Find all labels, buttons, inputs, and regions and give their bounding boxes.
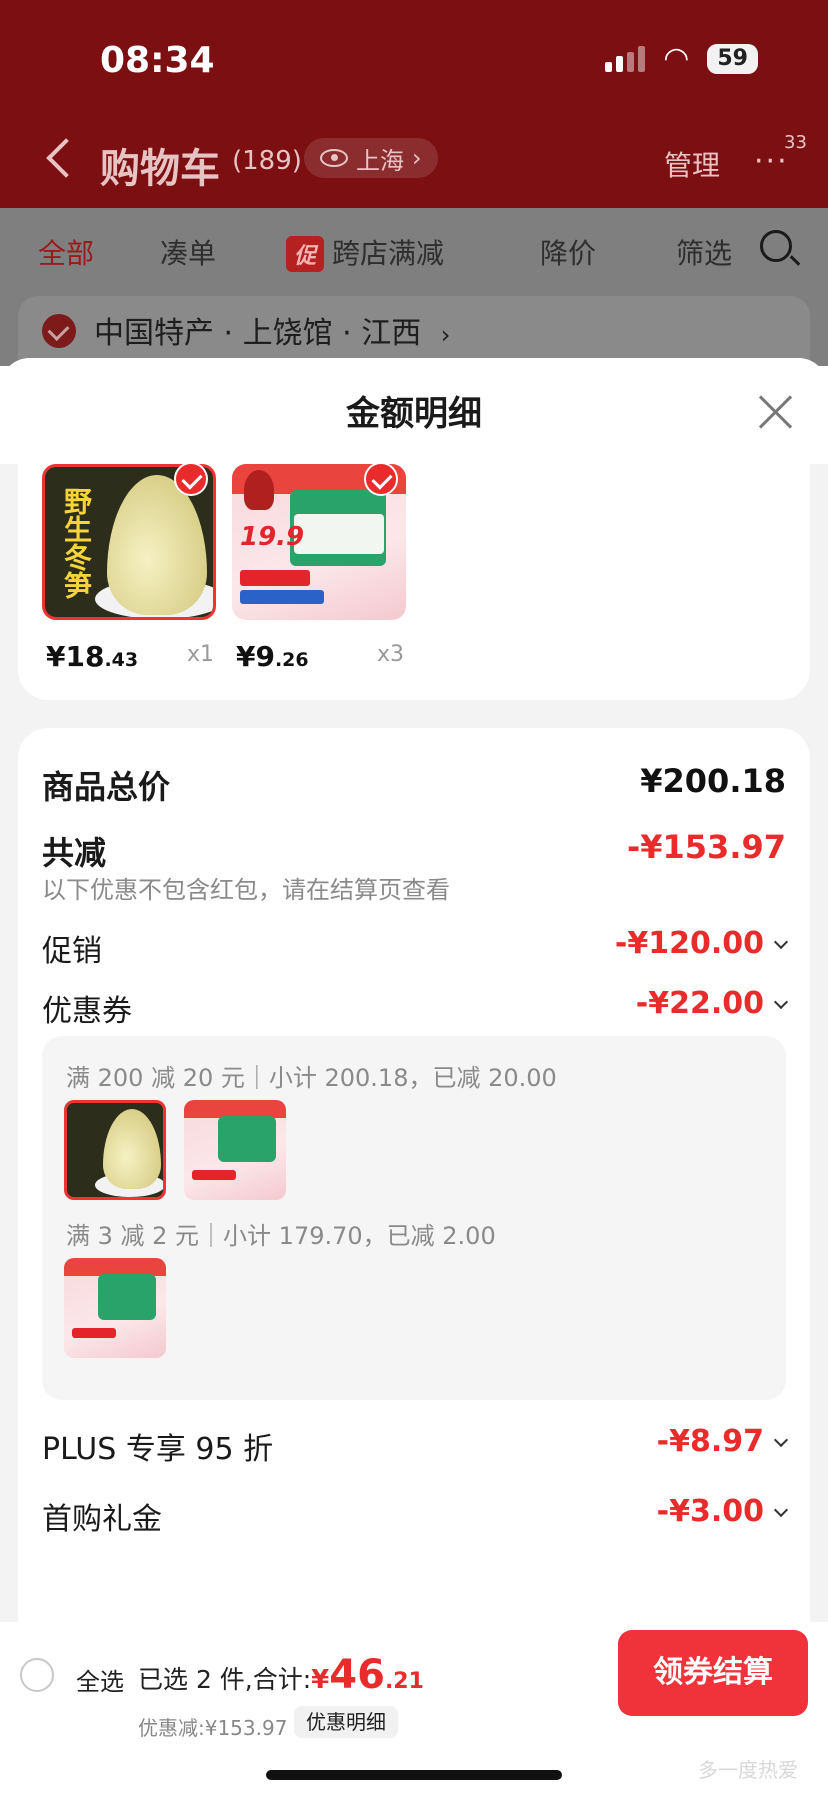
sheet-header: 金额明细	[0, 358, 828, 464]
product-qty: x1	[186, 642, 214, 667]
chevron-down-icon	[773, 1432, 789, 1448]
total-price-row: 商品总价 ¥200.18	[42, 762, 786, 806]
product-price: ¥9.26	[236, 640, 309, 673]
location-chip[interactable]: 上海 ›	[304, 138, 438, 178]
cart-header: 08:34 ◠ 59 购物车 (189) 上海 › 管理 ··· 33	[0, 0, 828, 208]
chevron-down-icon	[773, 994, 789, 1010]
store-name-text: 中国特产 · 上饶馆 · 江西	[94, 316, 422, 351]
product-image-text: 野生冬笋	[60, 487, 93, 599]
tab-cross-store[interactable]: 促跨店满减	[286, 232, 444, 272]
watermark: 多一度热爱	[698, 1758, 798, 1782]
chevron-down-icon	[773, 1502, 789, 1518]
discount-detail-button[interactable]: 优惠明细	[294, 1706, 398, 1738]
checkout-button[interactable]: 领券结算	[618, 1630, 808, 1716]
battery-icon: 59	[707, 44, 758, 74]
tab-all[interactable]: 全部	[38, 232, 94, 272]
corn-package-thumb	[64, 1258, 166, 1358]
image-price-tag: 19.9	[240, 522, 305, 552]
coupon-value: -¥22.00	[636, 986, 789, 1021]
corn-package-thumb	[184, 1100, 286, 1200]
wifi-icon: ◠	[663, 41, 690, 76]
message-badge: 33	[784, 132, 807, 153]
plus-label: PLUS 专享 95 折	[42, 1432, 274, 1467]
first-purchase-row[interactable]: 首购礼金 -¥3.00	[42, 1494, 789, 1537]
plus-value: -¥8.97	[657, 1424, 789, 1459]
discount-note: 以下优惠不包含红包，请在结算页查看	[42, 876, 450, 904]
saved-amount: 优惠减:¥153.97	[138, 1716, 288, 1740]
back-icon[interactable]	[42, 138, 76, 178]
store-strip: 中国特产 · 上饶馆 · 江西 ›	[0, 296, 828, 376]
manage-button[interactable]: 管理	[664, 144, 720, 184]
coupon-rule: 满 200 减 20 元｜小计 200.18，已减 20.00	[66, 1064, 557, 1092]
chevron-down-icon	[773, 934, 789, 950]
store-name[interactable]: 中国特产 · 上饶馆 · 江西 ›	[94, 308, 450, 352]
promo-value: -¥120.00	[615, 926, 789, 961]
selected-count: 已选 2 件,合计:	[138, 1665, 312, 1694]
eye-icon	[320, 149, 348, 167]
sheet-title: 金额明细	[346, 394, 482, 434]
cart-count: (189)	[232, 146, 302, 176]
checkout-bar: 全选 已选 2 件,合计:¥46.21 优惠减:¥153.97 优惠明细 领券结…	[0, 1622, 828, 1796]
promo-label: 促销	[42, 934, 102, 969]
signal-icon	[605, 46, 646, 72]
product-price: ¥18.43	[46, 640, 139, 673]
status-icons: ◠ 59	[605, 44, 758, 74]
select-all-radio[interactable]	[20, 1658, 54, 1692]
discount-row: 共减 -¥153.97	[42, 828, 786, 872]
chevron-right-icon: ›	[412, 144, 422, 172]
discount-value: -¥153.97	[626, 828, 786, 866]
check-icon[interactable]	[174, 462, 208, 496]
selected-products: 野生冬笋 ¥18.43 x1 19.9 ¥9.26 x3	[18, 462, 810, 700]
search-icon[interactable]	[760, 230, 792, 262]
discount-label: 共减	[42, 834, 107, 872]
tab-price-drop[interactable]: 降价	[540, 232, 596, 272]
promo-row[interactable]: 促销 -¥120.00	[42, 926, 789, 969]
select-all-label[interactable]: 全选	[76, 1662, 124, 1697]
page-title: 购物车	[100, 146, 220, 192]
product-qty: x3	[376, 642, 404, 667]
home-indicator	[266, 1770, 562, 1780]
location-label: 上海	[356, 146, 404, 175]
nav-bar: 购物车 (189) 上海 › 管理 ··· 33	[0, 128, 828, 198]
status-time: 08:34	[100, 40, 215, 81]
coupon-row[interactable]: 优惠券 -¥22.00	[42, 986, 789, 1029]
total-amount: 46	[329, 1652, 385, 1698]
coupon-breakdown: 满 200 减 20 元｜小计 200.18，已减 20.00 满 3 减 2 …	[42, 1036, 786, 1400]
coupon-label: 优惠券	[42, 994, 132, 1029]
chevron-right-icon: ›	[440, 321, 451, 349]
promo-tag: 促	[286, 236, 325, 272]
total-price-value: ¥200.18	[640, 762, 786, 800]
bamboo-shoot-thumb	[64, 1100, 166, 1200]
tab-cross-store-label: 跨店满减	[332, 237, 445, 270]
plus-discount-row[interactable]: PLUS 专享 95 折 -¥8.97	[42, 1424, 789, 1467]
close-icon[interactable]	[756, 392, 796, 432]
coupon-rule: 满 3 减 2 元｜小计 179.70，已减 2.00	[66, 1222, 496, 1250]
check-icon[interactable]	[364, 462, 398, 496]
store-check-icon[interactable]	[42, 314, 76, 348]
tab-filter[interactable]: 筛选	[676, 232, 732, 272]
total-price-label: 商品总价	[42, 768, 171, 806]
filter-tabs: 全部 凑单 促跨店满减 降价 筛选	[0, 208, 828, 296]
first-purchase-value: -¥3.00	[657, 1494, 789, 1529]
total-summary: 已选 2 件,合计:¥46.21	[138, 1652, 424, 1698]
first-purchase-label: 首购礼金	[42, 1502, 162, 1537]
tab-bundle[interactable]: 凑单	[160, 232, 216, 272]
amount-detail-sheet: 金额明细 野生冬笋 ¥18.43 x1 19.9 ¥9.26 x3 商品总价 ¥…	[0, 358, 828, 1796]
